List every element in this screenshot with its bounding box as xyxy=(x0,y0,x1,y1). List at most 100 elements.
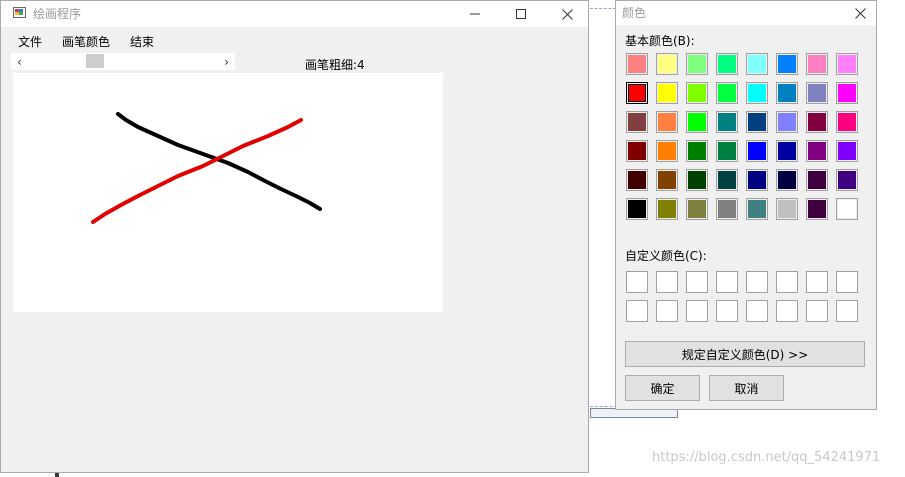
basic-color-swatch[interactable] xyxy=(776,111,798,133)
basic-color-swatch[interactable] xyxy=(626,53,648,75)
basic-color-swatch[interactable] xyxy=(716,169,738,191)
basic-color-swatch[interactable] xyxy=(776,82,798,104)
basic-color-swatch[interactable] xyxy=(626,140,648,162)
app-icon xyxy=(13,7,26,18)
swatch-fill xyxy=(688,84,706,102)
swatch-fill xyxy=(688,113,706,131)
basic-color-swatch[interactable] xyxy=(806,111,828,133)
basic-color-swatch[interactable] xyxy=(836,169,858,191)
basic-color-swatch[interactable] xyxy=(746,198,768,220)
basic-color-swatch[interactable] xyxy=(716,140,738,162)
basic-color-swatch[interactable] xyxy=(746,140,768,162)
basic-color-swatch[interactable] xyxy=(716,198,738,220)
basic-color-swatch[interactable] xyxy=(686,198,708,220)
basic-color-swatch[interactable] xyxy=(776,169,798,191)
close-icon xyxy=(561,8,573,20)
custom-color-swatch[interactable] xyxy=(716,271,738,293)
basic-color-swatch[interactable] xyxy=(746,169,768,191)
custom-color-swatch[interactable] xyxy=(776,271,798,293)
basic-color-swatch[interactable] xyxy=(626,169,648,191)
menu-pen-color[interactable]: 画笔颜色 xyxy=(62,33,110,50)
basic-color-swatch[interactable] xyxy=(686,140,708,162)
basic-color-swatch[interactable] xyxy=(686,53,708,75)
swatch-fill xyxy=(628,84,646,102)
minimize-button[interactable] xyxy=(452,1,498,27)
scrollbar-thumb[interactable] xyxy=(86,54,104,68)
custom-color-swatch[interactable] xyxy=(746,300,768,322)
custom-color-swatch[interactable] xyxy=(626,300,648,322)
color-dialog: 颜色 基本颜色(B): 自定义颜色(C): 规定自定义颜色(D) >> 确定 取… xyxy=(615,0,877,410)
basic-color-swatch[interactable] xyxy=(836,82,858,104)
basic-color-swatch[interactable] xyxy=(836,198,858,220)
basic-colors-grid xyxy=(626,53,858,220)
swatch-fill xyxy=(748,171,766,189)
drawing-canvas[interactable] xyxy=(13,73,443,312)
custom-color-swatch[interactable] xyxy=(716,300,738,322)
define-custom-colors-button[interactable]: 规定自定义颜色(D) >> xyxy=(625,341,865,367)
watermark-text: https://blog.csdn.net/qq_54241971 xyxy=(652,450,881,465)
swatch-fill xyxy=(838,171,856,189)
basic-color-swatch[interactable] xyxy=(686,111,708,133)
basic-color-swatch[interactable] xyxy=(806,169,828,191)
basic-color-swatch[interactable] xyxy=(656,198,678,220)
custom-color-swatch[interactable] xyxy=(806,271,828,293)
ok-button[interactable]: 确定 xyxy=(625,375,700,401)
basic-color-swatch[interactable] xyxy=(776,198,798,220)
custom-color-swatch[interactable] xyxy=(626,271,648,293)
custom-color-swatch[interactable] xyxy=(806,300,828,322)
basic-color-swatch[interactable] xyxy=(776,140,798,162)
drawing-surface[interactable] xyxy=(13,73,443,312)
swatch-fill xyxy=(838,84,856,102)
paint-window: 绘画程序 文件 画笔颜色 结束 ‹ › 画笔粗细:4 xyxy=(0,0,589,473)
basic-color-swatch[interactable] xyxy=(806,140,828,162)
scroll-left-arrow-icon[interactable]: ‹ xyxy=(11,53,28,70)
pen-width-scrollbar[interactable]: ‹ › xyxy=(11,53,235,70)
basic-color-swatch[interactable] xyxy=(716,53,738,75)
basic-color-swatch[interactable] xyxy=(716,111,738,133)
basic-color-swatch[interactable] xyxy=(626,82,648,104)
custom-color-swatch[interactable] xyxy=(686,300,708,322)
background-taskbar-fragment xyxy=(55,473,59,477)
basic-color-swatch[interactable] xyxy=(656,82,678,104)
paint-window-titlebar[interactable]: 绘画程序 xyxy=(1,1,588,27)
basic-color-swatch[interactable] xyxy=(746,53,768,75)
basic-color-swatch[interactable] xyxy=(686,169,708,191)
swatch-fill xyxy=(808,142,826,160)
swatch-fill xyxy=(688,55,706,73)
custom-color-swatch[interactable] xyxy=(746,271,768,293)
basic-color-swatch[interactable] xyxy=(746,82,768,104)
basic-color-swatch[interactable] xyxy=(836,111,858,133)
custom-color-swatch[interactable] xyxy=(656,271,678,293)
menu-file[interactable]: 文件 xyxy=(18,33,42,50)
custom-color-swatch[interactable] xyxy=(686,271,708,293)
basic-color-swatch[interactable] xyxy=(626,198,648,220)
swatch-fill xyxy=(688,171,706,189)
basic-color-swatch[interactable] xyxy=(716,82,738,104)
basic-color-swatch[interactable] xyxy=(776,53,798,75)
custom-colors-label: 自定义颜色(C): xyxy=(625,249,707,263)
basic-color-swatch[interactable] xyxy=(806,198,828,220)
color-dialog-titlebar[interactable]: 颜色 xyxy=(616,1,876,25)
custom-color-swatch[interactable] xyxy=(656,300,678,322)
basic-color-swatch[interactable] xyxy=(656,53,678,75)
basic-color-swatch[interactable] xyxy=(806,53,828,75)
basic-color-swatch[interactable] xyxy=(656,140,678,162)
scroll-right-arrow-icon[interactable]: › xyxy=(218,53,235,70)
basic-color-swatch[interactable] xyxy=(656,111,678,133)
cancel-button[interactable]: 取消 xyxy=(709,375,784,401)
swatch-fill xyxy=(688,200,706,218)
basic-color-swatch[interactable] xyxy=(836,140,858,162)
maximize-button[interactable] xyxy=(498,1,544,27)
basic-color-swatch[interactable] xyxy=(626,111,648,133)
dialog-close-button[interactable] xyxy=(844,1,876,25)
basic-color-swatch[interactable] xyxy=(656,169,678,191)
basic-color-swatch[interactable] xyxy=(746,111,768,133)
menu-exit[interactable]: 结束 xyxy=(130,33,154,50)
custom-color-swatch[interactable] xyxy=(836,271,858,293)
basic-color-swatch[interactable] xyxy=(686,82,708,104)
custom-color-swatch[interactable] xyxy=(836,300,858,322)
basic-color-swatch[interactable] xyxy=(806,82,828,104)
custom-color-swatch[interactable] xyxy=(776,300,798,322)
basic-color-swatch[interactable] xyxy=(836,53,858,75)
close-button[interactable] xyxy=(544,1,590,27)
